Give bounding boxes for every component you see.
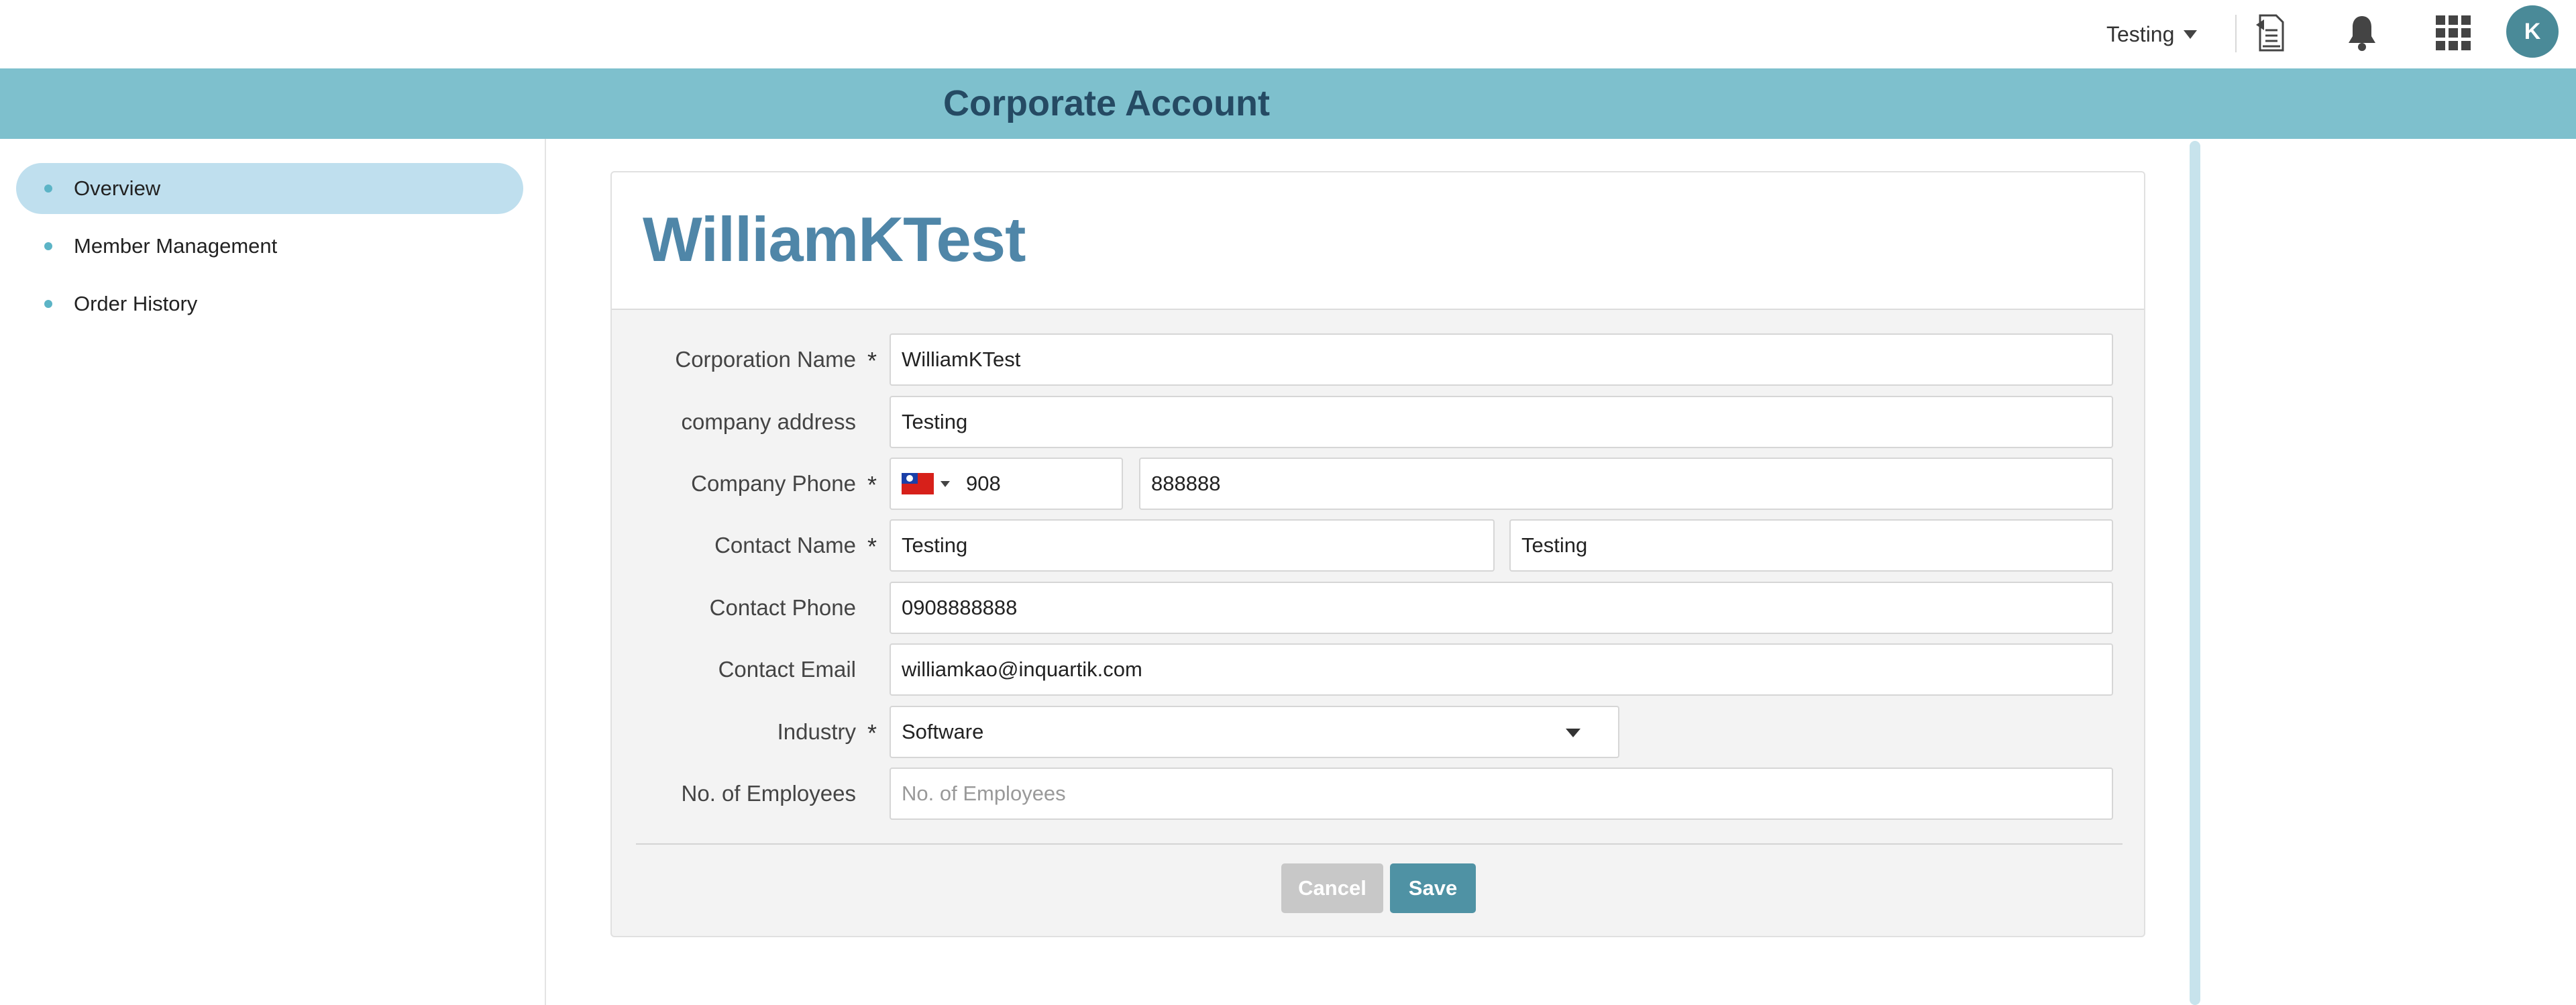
top-bar: Testing K xyxy=(0,0,2576,68)
corporation-card: WilliamKTest Corporation Name * WilliamK… xyxy=(610,171,2145,937)
industry-select[interactable]: Software xyxy=(890,706,1619,758)
corporation-name-field[interactable]: WilliamKTest xyxy=(890,333,2113,386)
cancel-button[interactable]: Cancel xyxy=(1281,863,1383,913)
corporation-title: WilliamKTest xyxy=(643,204,1026,274)
taiwan-flag-icon xyxy=(902,473,934,494)
page-title: Corporate Account xyxy=(943,83,1271,123)
scrollbar[interactable] xyxy=(2190,141,2200,1005)
contact-phone-label: Contact Phone xyxy=(709,595,856,620)
bullet-icon xyxy=(44,184,52,193)
chevron-down-icon xyxy=(2184,30,2198,39)
bullet-icon xyxy=(44,242,52,250)
save-button[interactable]: Save xyxy=(1390,863,1476,913)
sidebar-item-label: Order History xyxy=(74,292,198,315)
required-marker: * xyxy=(867,719,877,747)
contact-name-label: Contact Name xyxy=(714,533,856,558)
company-phone-field[interactable]: 888888 xyxy=(1139,458,2113,510)
document-icon[interactable] xyxy=(2246,9,2293,56)
company-address-label: company address xyxy=(681,409,856,434)
contact-first-name-field[interactable]: Testing xyxy=(890,519,1495,572)
bullet-icon xyxy=(44,300,52,308)
sidebar-item-order-history[interactable]: Order History xyxy=(16,278,523,329)
chevron-down-icon xyxy=(1566,729,1580,737)
sidebar: Overview Member Management Order History xyxy=(0,139,546,1005)
required-marker: * xyxy=(867,471,877,498)
contact-email-field[interactable]: williamkao@inquartik.com xyxy=(890,643,2113,696)
sidebar-item-member-management[interactable]: Member Management xyxy=(16,221,523,272)
field-value: Software xyxy=(902,720,984,743)
divider xyxy=(2235,15,2237,52)
sidebar-item-overview[interactable]: Overview xyxy=(16,163,523,214)
chevron-down-icon xyxy=(941,480,950,487)
workspace-selector[interactable]: Testing xyxy=(2106,13,2198,55)
workspace-label: Testing xyxy=(2106,21,2175,46)
company-phone-label: Company Phone xyxy=(691,471,856,496)
sidebar-item-label: Overview xyxy=(74,176,161,200)
contact-phone-field[interactable]: 0908888888 xyxy=(890,582,2113,634)
corporation-name-label: Corporation Name xyxy=(675,347,856,372)
card-header: WilliamKTest xyxy=(612,172,2144,310)
required-marker: * xyxy=(867,347,877,374)
field-value: 908 xyxy=(966,472,1001,495)
field-value: 0908888888 xyxy=(902,596,1018,619)
bell-icon[interactable] xyxy=(2339,9,2385,56)
field-value: williamkao@inquartik.com xyxy=(902,657,1142,681)
field-value: 888888 xyxy=(1151,472,1221,495)
employees-label: No. of Employees xyxy=(681,781,856,806)
contact-email-label: Contact Email xyxy=(718,657,856,682)
field-value: WilliamKTest xyxy=(902,348,1021,371)
industry-label: Industry xyxy=(777,719,856,744)
contact-last-name-field[interactable]: Testing xyxy=(1509,519,2113,572)
field-placeholder: No. of Employees xyxy=(902,782,1066,805)
avatar[interactable]: K xyxy=(2506,5,2559,58)
field-value: Testing xyxy=(902,410,968,433)
sidebar-item-label: Member Management xyxy=(74,234,278,258)
apps-grid-icon[interactable] xyxy=(2430,9,2477,56)
required-marker: * xyxy=(867,533,877,560)
employees-field[interactable]: No. of Employees xyxy=(890,768,2113,820)
company-address-field[interactable]: Testing xyxy=(890,396,2113,448)
divider xyxy=(636,843,2123,845)
country-code-field[interactable]: 908 xyxy=(890,458,1123,510)
field-value: Testing xyxy=(1521,533,1588,557)
page-header: Corporate Account xyxy=(0,68,2576,139)
field-value: Testing xyxy=(902,533,968,557)
